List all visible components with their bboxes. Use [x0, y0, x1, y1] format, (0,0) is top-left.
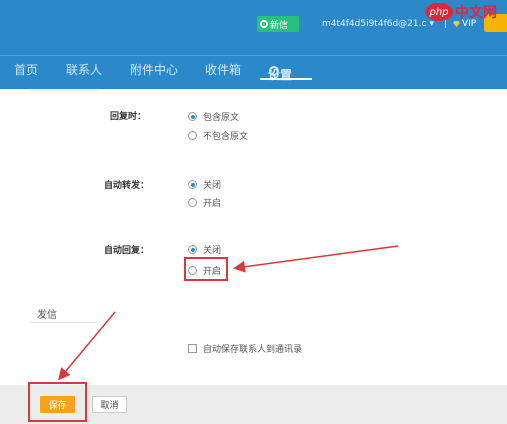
compose-button[interactable]: 新信 — [257, 16, 299, 32]
radio-auto-forward-off[interactable] — [188, 180, 197, 189]
radio-auto-reply-off[interactable] — [188, 245, 197, 254]
compose-icon — [260, 20, 268, 28]
section-divider — [30, 90, 98, 91]
auto-forward-option-off[interactable]: 关闭 — [188, 178, 221, 191]
auto-save-contacts-option[interactable]: 自动保存联系人到通讯录 — [188, 342, 302, 355]
gear-icon — [269, 66, 279, 76]
reply-setting-label: 回复时： — [110, 112, 147, 122]
auto-forward-label: 自动转发： — [104, 181, 150, 191]
auto-forward-option-on[interactable]: 开启 — [188, 196, 221, 209]
auto-forward-on-label: 开启 — [203, 199, 222, 209]
main-nav: 首页 联系人 附件中心 收件箱 设置 — [0, 56, 507, 82]
annotation-box-auto-reply-on — [184, 257, 228, 281]
auto-save-contacts-label: 自动保存联系人到通讯录 — [203, 345, 303, 355]
account-menu[interactable]: m4t4f4d5i9t4f6d@21.c ▾ — [322, 19, 434, 29]
radio-exclude-original[interactable] — [188, 131, 197, 140]
mail-settings-page: 新信 m4t4f4d5i9t4f6d@21.c ▾ | VIP 首页 联系人 附… — [0, 0, 507, 424]
php-watermark-logo: php 中文网 — [425, 2, 497, 22]
nav-item-contacts[interactable]: 联系人 — [66, 61, 102, 78]
reply-option-include[interactable]: 包含原文 — [188, 110, 239, 123]
auto-reply-label: 自动回复： — [104, 246, 150, 256]
auto-forward-off-label: 关闭 — [203, 181, 222, 191]
php-logo-badge: php — [425, 3, 453, 21]
auto-reply-off-label: 关闭 — [203, 246, 222, 256]
cancel-button[interactable]: 取消 — [92, 396, 127, 413]
auto-reply-option-off[interactable]: 关闭 — [188, 243, 221, 256]
active-tab-indicator — [260, 78, 312, 80]
account-name: m4t4f4d5i9t4f6d@21.c — [322, 19, 427, 29]
php-site-text: 中文网 — [455, 5, 497, 21]
radio-auto-forward-on[interactable] — [188, 198, 197, 207]
reply-option-include-label: 包含原文 — [203, 113, 240, 123]
settings-content — [0, 89, 507, 385]
send-section-divider — [30, 322, 98, 323]
send-section-title: 发信 — [37, 310, 57, 321]
annotation-box-save — [28, 382, 87, 422]
auto-save-contacts-checkbox[interactable] — [188, 344, 197, 353]
top-header: 新信 m4t4f4d5i9t4f6d@21.c ▾ | VIP 首页 联系人 附… — [0, 0, 507, 89]
nav-item-inbox[interactable]: 收件箱 — [205, 61, 241, 78]
reply-option-exclude-label: 不包含原文 — [203, 132, 249, 142]
reply-option-exclude[interactable]: 不包含原文 — [188, 129, 248, 142]
nav-item-home[interactable]: 首页 — [14, 61, 38, 78]
compose-label: 新信 — [270, 20, 289, 31]
nav-item-attachments[interactable]: 附件中心 — [130, 61, 178, 78]
radio-include-original[interactable] — [188, 112, 197, 121]
